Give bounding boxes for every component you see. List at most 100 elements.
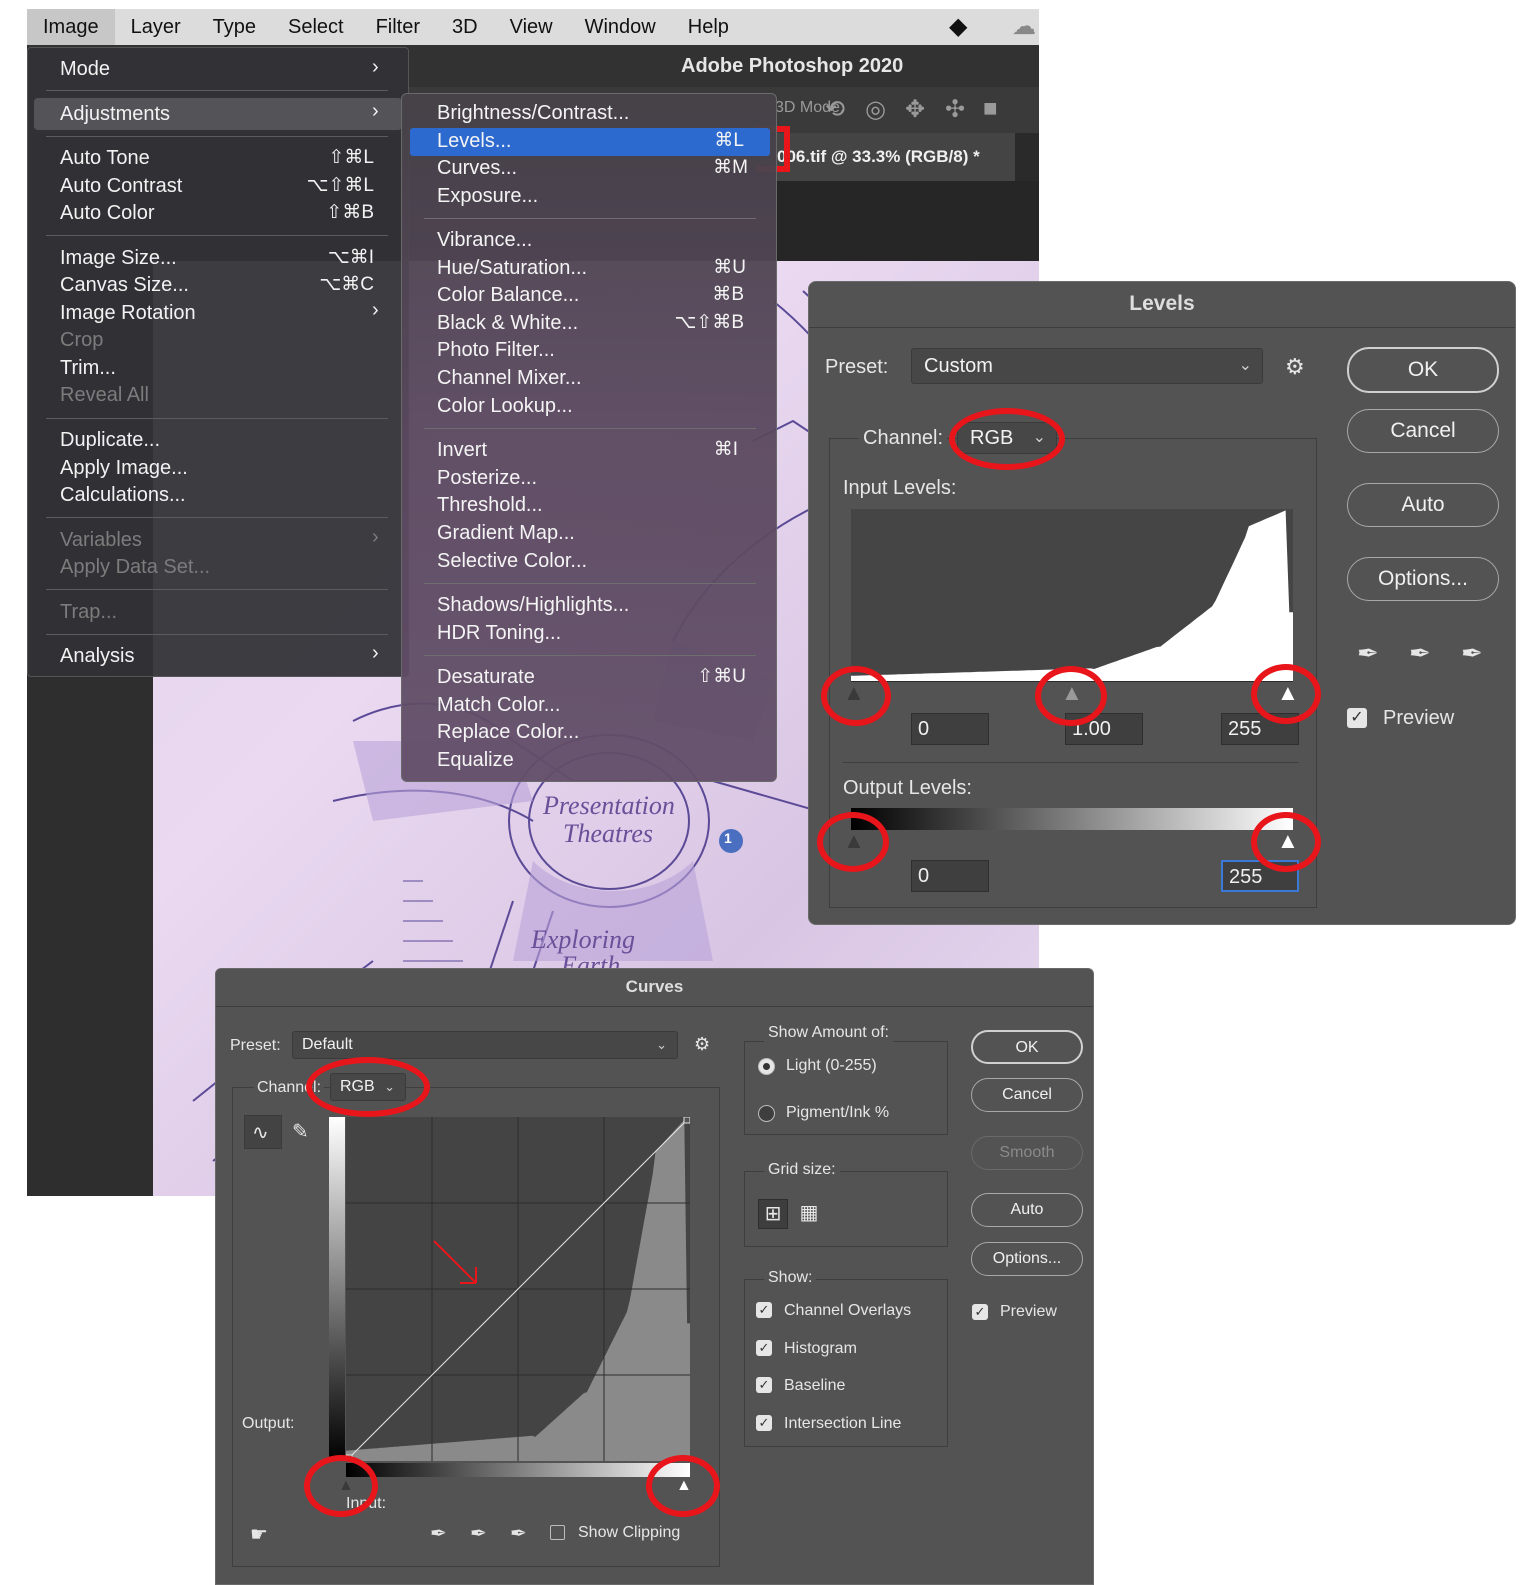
menu-item-image-rotation[interactable]: Image Rotation bbox=[60, 299, 196, 327]
curves-preset-value: Default bbox=[302, 1036, 353, 1053]
submenu-item-shadows-highlights[interactable]: Shadows/Highlights... bbox=[437, 591, 629, 619]
input-black-field[interactable]: 0 bbox=[911, 713, 989, 745]
submenu-item-gradient-map[interactable]: Gradient Map... bbox=[437, 519, 575, 547]
submenu-item-color-balance[interactable]: Color Balance... bbox=[437, 281, 579, 309]
menu-item-auto-contrast[interactable]: Auto Contrast bbox=[60, 172, 182, 200]
menu-item-image-size[interactable]: Image Size... bbox=[60, 244, 177, 272]
white-eyedropper-icon[interactable]: ✒ bbox=[1461, 638, 1483, 669]
chevron-right-icon: › bbox=[372, 299, 379, 321]
curves-auto-button[interactable]: Auto bbox=[971, 1193, 1083, 1227]
submenu-item-desaturate[interactable]: Desaturate bbox=[437, 663, 535, 691]
targeted-adjustment-icon[interactable]: ☛ bbox=[250, 1522, 268, 1547]
submenu-item-hdr-toning[interactable]: HDR Toning... bbox=[437, 619, 561, 647]
image-menu: Mode › Adjustments › Auto Tone ⇧⌘L Auto … bbox=[27, 47, 409, 677]
curves-cancel-button[interactable]: Cancel bbox=[971, 1078, 1083, 1112]
curves-preview-checkbox[interactable]: ✓ bbox=[972, 1304, 988, 1320]
submenu-item-levels[interactable]: Levels... bbox=[437, 127, 511, 155]
submenu-item-equalize[interactable]: Equalize bbox=[437, 746, 514, 774]
drag-3d-icon[interactable]: ✥ bbox=[905, 95, 925, 124]
submenu-item-posterize[interactable]: Posterize... bbox=[437, 464, 537, 492]
histogram-checkbox[interactable]: ✓ bbox=[756, 1340, 772, 1356]
levels-options-button[interactable]: Options... bbox=[1347, 557, 1499, 601]
curves-graph[interactable] bbox=[346, 1117, 690, 1461]
menu-item-analysis[interactable]: Analysis bbox=[60, 642, 134, 670]
curves-preset-select[interactable]: Default ⌄ bbox=[292, 1031, 678, 1059]
curves-ok-button[interactable]: OK bbox=[971, 1030, 1083, 1064]
simple-grid-icon[interactable]: ⊞ bbox=[758, 1199, 788, 1229]
submenu-item-exposure[interactable]: Exposure... bbox=[437, 182, 538, 210]
submenu-item-threshold[interactable]: Threshold... bbox=[437, 491, 543, 519]
levels-preview-checkbox[interactable]: ✓ bbox=[1347, 708, 1367, 728]
menu-item-auto-tone[interactable]: Auto Tone bbox=[60, 144, 150, 172]
black-eyedropper-icon[interactable]: ✒ bbox=[1357, 638, 1379, 669]
show-clipping-checkbox[interactable] bbox=[550, 1525, 565, 1540]
gear-icon[interactable]: ⚙ bbox=[1285, 354, 1305, 380]
curve-end-point[interactable] bbox=[683, 1117, 690, 1124]
pigment-radio[interactable] bbox=[758, 1105, 775, 1122]
submenu-item-selective-color[interactable]: Selective Color... bbox=[437, 547, 587, 575]
menu-window[interactable]: Window bbox=[569, 9, 672, 45]
menu-help[interactable]: Help bbox=[672, 9, 745, 45]
levels-ok-button[interactable]: OK bbox=[1347, 347, 1499, 393]
menu-item-adjustments[interactable]: Adjustments bbox=[60, 100, 170, 128]
menu-image[interactable]: Image bbox=[27, 9, 115, 45]
levels-cancel-button[interactable]: Cancel bbox=[1347, 409, 1499, 453]
curves-white-eyedropper-icon[interactable]: ✒ bbox=[510, 1521, 527, 1546]
menu-select[interactable]: Select bbox=[272, 9, 360, 45]
menu-3d[interactable]: 3D bbox=[436, 9, 494, 45]
roll-3d-icon[interactable]: ◎ bbox=[865, 95, 886, 124]
orbit-3d-icon[interactable]: ⟲ bbox=[825, 95, 845, 124]
submenu-item-photo-filter[interactable]: Photo Filter... bbox=[437, 336, 555, 364]
submenu-item-match-color[interactable]: Match Color... bbox=[437, 691, 560, 719]
detailed-grid-icon[interactable]: ▦ bbox=[794, 1199, 824, 1229]
menu-item-trim[interactable]: Trim... bbox=[60, 354, 116, 382]
submenu-item-curves[interactable]: Curves... bbox=[437, 154, 517, 182]
submenu-item-channel-mixer[interactable]: Channel Mixer... bbox=[437, 364, 582, 392]
levels-dialog: Levels Preset: Custom ⌄ ⚙ OK Cancel Auto… bbox=[808, 281, 1516, 925]
menu-filter[interactable]: Filter bbox=[360, 9, 436, 45]
levels-channel-label: Channel: bbox=[859, 427, 948, 450]
document-tab[interactable]: 006.tif @ 33.3% (RGB/8) * bbox=[775, 133, 1015, 181]
submenu-item-invert[interactable]: Invert bbox=[437, 436, 487, 464]
menu-item-calculations[interactable]: Calculations... bbox=[60, 481, 186, 509]
levels-auto-button[interactable]: Auto bbox=[1347, 483, 1499, 527]
submenu-item-replace-color[interactable]: Replace Color... bbox=[437, 718, 579, 746]
menu-view[interactable]: View bbox=[494, 9, 569, 45]
curves-title: Curves bbox=[216, 969, 1093, 1007]
curves-options-button[interactable]: Options... bbox=[971, 1242, 1083, 1276]
menu-item-apply-image[interactable]: Apply Image... bbox=[60, 454, 188, 482]
submenu-item-brightness-contrast[interactable]: Brightness/Contrast... bbox=[437, 99, 629, 127]
baseline-checkbox[interactable]: ✓ bbox=[756, 1377, 772, 1393]
submenu-item-black-white[interactable]: Black & White... bbox=[437, 309, 578, 337]
diamond-icon[interactable]: ◆ bbox=[949, 12, 967, 41]
menu-item-canvas-size[interactable]: Canvas Size... bbox=[60, 271, 189, 299]
submenu-item-hue-saturation[interactable]: Hue/Saturation... bbox=[437, 254, 587, 282]
app-title: Adobe Photoshop 2020 bbox=[681, 55, 904, 77]
camera-3d-icon[interactable]: ■ bbox=[983, 95, 998, 123]
chevron-down-icon: ⌄ bbox=[1238, 357, 1252, 374]
menu-layer[interactable]: Layer bbox=[115, 9, 197, 45]
input-gradient-strip bbox=[346, 1463, 690, 1477]
curves-gray-eyedropper-icon[interactable]: ✒ bbox=[470, 1521, 487, 1546]
annotation-ring-output-black bbox=[817, 812, 889, 872]
submenu-item-color-lookup[interactable]: Color Lookup... bbox=[437, 392, 573, 420]
menu-item-duplicate[interactable]: Duplicate... bbox=[60, 426, 160, 454]
channel-overlays-checkbox[interactable]: ✓ bbox=[756, 1302, 772, 1318]
slide-3d-icon[interactable]: ✣ bbox=[945, 95, 965, 124]
menu-item-mode[interactable]: Mode bbox=[60, 55, 110, 83]
curve-point-tool[interactable]: ∿ bbox=[244, 1115, 282, 1149]
curves-black-eyedropper-icon[interactable]: ✒ bbox=[430, 1521, 447, 1546]
curves-gear-icon[interactable]: ⚙ bbox=[694, 1034, 710, 1055]
submenu-item-vibrance[interactable]: Vibrance... bbox=[437, 226, 532, 254]
pencil-icon[interactable]: ✎ bbox=[292, 1119, 309, 1144]
light-option-label: Light (0-255) bbox=[786, 1057, 877, 1074]
creative-cloud-icon[interactable]: ☁ bbox=[1012, 12, 1036, 41]
menu-item-auto-color[interactable]: Auto Color bbox=[60, 199, 155, 227]
light-radio[interactable] bbox=[758, 1058, 775, 1075]
levels-preset-select[interactable]: Custom ⌄ bbox=[911, 348, 1263, 384]
gray-eyedropper-icon[interactable]: ✒ bbox=[1409, 638, 1431, 669]
menu-type[interactable]: Type bbox=[197, 9, 272, 45]
intersection-line-checkbox[interactable]: ✓ bbox=[756, 1415, 772, 1431]
output-black-field[interactable]: 0 bbox=[911, 860, 989, 892]
shortcut-hue-saturation: ⌘U bbox=[713, 257, 746, 278]
